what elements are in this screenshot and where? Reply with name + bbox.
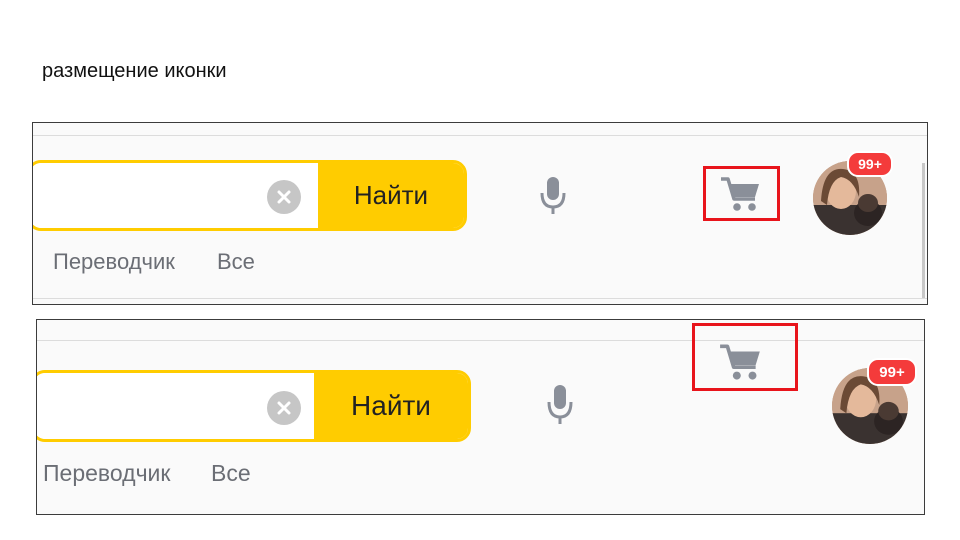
search-bar: Найти bbox=[37, 370, 471, 442]
microphone-icon[interactable] bbox=[537, 175, 569, 217]
bottom-divider bbox=[33, 298, 927, 299]
cart-icon[interactable] bbox=[719, 175, 763, 213]
slide-title: размещение иконки bbox=[42, 60, 227, 82]
notification-badge: 99+ bbox=[847, 151, 893, 177]
service-link-all[interactable]: Все bbox=[217, 249, 255, 275]
search-button[interactable]: Найти bbox=[314, 373, 468, 439]
clear-icon[interactable] bbox=[267, 391, 301, 425]
service-link-all[interactable]: Все bbox=[211, 460, 251, 487]
screenshot-variant-1: Найти 99+ Переводчик Все bbox=[32, 122, 928, 305]
screenshot-variant-2: Найти 99+ Переводчик Все bbox=[36, 319, 925, 515]
clear-icon[interactable] bbox=[267, 180, 301, 214]
service-link-translator[interactable]: Переводчик bbox=[43, 460, 170, 487]
scrollbar[interactable] bbox=[922, 163, 925, 298]
search-button[interactable]: Найти bbox=[318, 163, 464, 228]
service-link-translator[interactable]: Переводчик bbox=[53, 249, 175, 275]
top-divider bbox=[33, 135, 927, 136]
microphone-icon[interactable] bbox=[543, 383, 577, 427]
cart-icon[interactable] bbox=[718, 342, 764, 382]
search-bar: Найти bbox=[33, 160, 467, 231]
notification-badge: 99+ bbox=[867, 358, 917, 386]
